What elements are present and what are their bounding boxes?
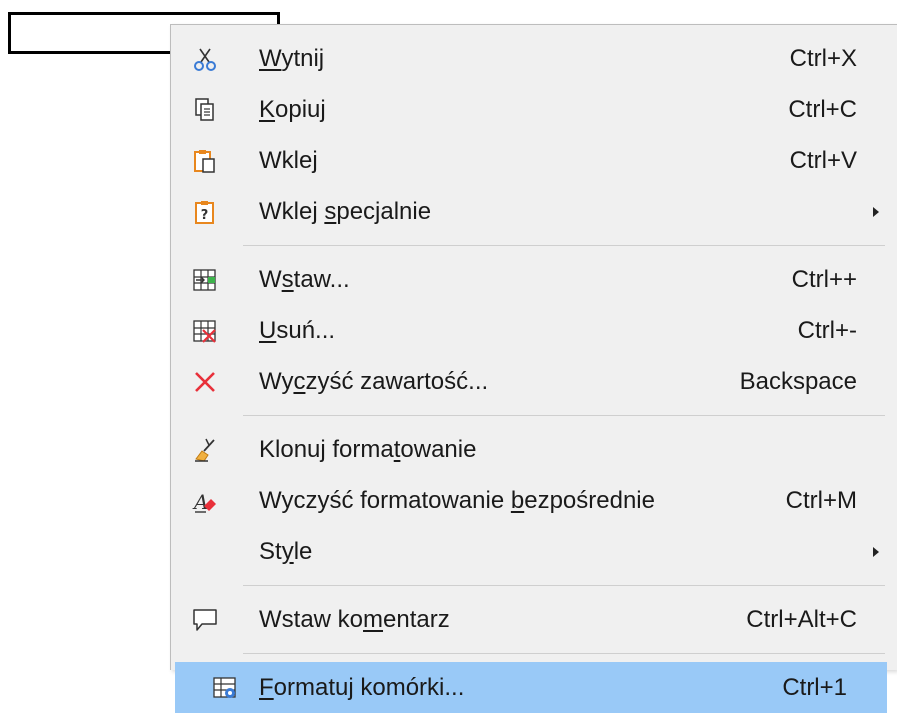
menu-item-label: Wstaw... (259, 265, 350, 293)
menu-item-shortcut: Ctrl+M (785, 486, 857, 514)
context-menu: Wytnij Ctrl+X Kopiuj Ctrl+C Wklej Ctrl+V… (170, 24, 897, 713)
menu-item-shortcut: Backspace (739, 367, 857, 395)
scissors-icon (191, 45, 219, 73)
svg-text:A: A (192, 490, 208, 514)
menu-item-copy[interactable]: Kopiuj Ctrl+C (171, 84, 897, 135)
menu-item-delete[interactable]: Usuń... Ctrl+- (171, 305, 897, 356)
menu-item-label: Wklej specjalnie (259, 197, 432, 225)
menu-item-label: Kopiuj (259, 95, 326, 123)
menu-item-label: Klonuj formatowanie (259, 435, 477, 463)
menu-separator (243, 585, 885, 586)
menu-item-label: Wyczyść zawartość... (259, 367, 489, 395)
menu-item-shortcut: Ctrl+X (789, 44, 857, 72)
menu-item-label: Formatuj komórki... (259, 673, 465, 701)
menu-item-paste[interactable]: Wklej Ctrl+V (171, 135, 897, 186)
menu-separator (243, 245, 885, 246)
menu-item-cut[interactable]: Wytnij Ctrl+X (171, 33, 897, 84)
menu-item-style[interactable]: Style (171, 526, 897, 577)
submenu-arrow-icon (873, 206, 879, 217)
menu-item-label: Wytnij (259, 44, 325, 72)
svg-text:?: ? (201, 208, 209, 223)
menu-item-label: Usuń... (259, 316, 336, 344)
menu-item-paste-special[interactable]: ? Wklej specjalnie (171, 186, 897, 237)
menu-separator (243, 653, 885, 654)
menu-separator (243, 415, 885, 416)
menu-item-clone-formatting[interactable]: Klonuj formatowanie (171, 424, 897, 475)
menu-item-insert-comment[interactable]: Wstaw komentarz Ctrl+Alt+C (171, 594, 897, 645)
menu-item-label: Wklej (259, 146, 318, 174)
delete-cells-icon (191, 317, 219, 345)
eraser-format-icon: A (191, 487, 219, 515)
paste-special-icon: ? (191, 198, 219, 226)
menu-item-label: Style (259, 537, 313, 565)
menu-item-clear-direct-formatting[interactable]: A Wyczyść formatowanie bezpośrednie Ctrl… (171, 475, 897, 526)
clear-x-icon (191, 368, 219, 396)
menu-item-shortcut: Ctrl+C (788, 95, 857, 123)
menu-item-shortcut: Ctrl+- (797, 316, 857, 344)
comment-icon (191, 606, 219, 634)
insert-cells-icon (191, 266, 219, 294)
paste-icon (191, 147, 219, 175)
menu-item-clear-contents[interactable]: Wyczyść zawartość... Backspace (171, 356, 897, 407)
menu-item-insert[interactable]: Wstaw... Ctrl++ (171, 254, 897, 305)
menu-item-shortcut: Ctrl+V (789, 146, 857, 174)
copy-icon (191, 96, 219, 124)
menu-item-shortcut: Ctrl++ (791, 265, 857, 293)
menu-item-shortcut: Ctrl+1 (782, 673, 847, 701)
menu-item-label: Wyczyść formatowanie bezpośrednie (259, 486, 655, 514)
menu-item-label: Wstaw komentarz (259, 605, 450, 633)
paintbrush-icon (191, 436, 219, 464)
format-cells-icon (211, 674, 239, 702)
submenu-arrow-icon (873, 546, 879, 557)
menu-item-shortcut: Ctrl+Alt+C (746, 605, 857, 633)
